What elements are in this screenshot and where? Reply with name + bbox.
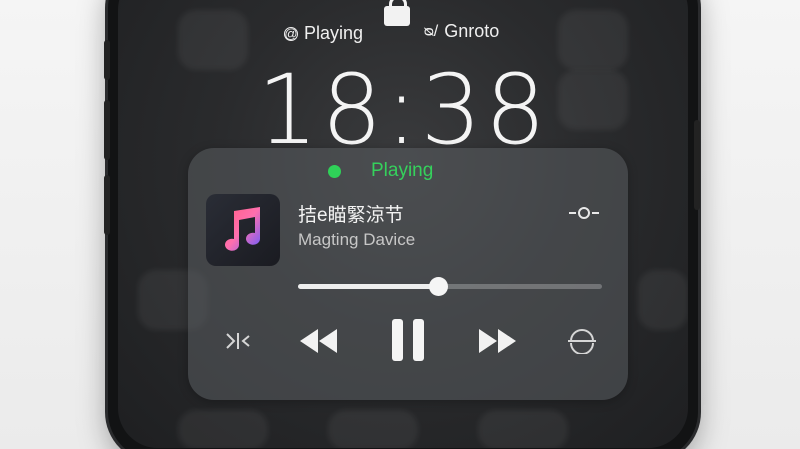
device-scene: @ Playing ᴓ/ Gnroto 18:38 拮e瞄緊涼节 Magting… [0, 0, 800, 449]
shuffle-button[interactable] [220, 326, 256, 356]
progress-fill [298, 284, 438, 289]
status-left-label: Playing [304, 23, 364, 43]
side-button-volume-up [104, 100, 110, 160]
shuffle-icon [226, 333, 250, 349]
status-right-label: Gnroto [444, 21, 500, 41]
background-app-blur [478, 410, 568, 448]
playing-status-label: Playing [371, 160, 434, 181]
status-right: ᴓ/ Gnroto [424, 21, 499, 42]
background-app-blur [178, 410, 268, 448]
side-button-power [694, 120, 700, 210]
pause-icon [392, 319, 424, 361]
pause-button[interactable] [386, 314, 430, 366]
now-playing-card[interactable]: 拮e瞄緊涼节 Magting Davice [188, 148, 628, 400]
repeat-button[interactable] [562, 324, 602, 358]
progress-scrubber[interactable] [428, 277, 448, 296]
lock-screen: @ Playing ᴓ/ Gnroto 18:38 拮e瞄緊涼节 Magting… [118, 0, 688, 448]
playback-device: Magting Davice [298, 230, 416, 249]
rewind-icon [300, 329, 337, 353]
progress-bar[interactable] [298, 277, 602, 296]
fast-forward-button[interactable] [476, 321, 520, 361]
status-bar: @ Playing ᴓ/ Gnroto [118, 21, 688, 47]
background-app-blur [638, 270, 688, 330]
status-left: @ Playing [284, 23, 363, 44]
side-button-volume-down [104, 175, 110, 235]
background-app-blur [328, 410, 418, 448]
playing-status-dot [328, 164, 341, 178]
rewind-button[interactable] [296, 321, 340, 361]
music-note-icon [225, 207, 260, 251]
side-button-mute [104, 40, 110, 80]
repeat-icon [568, 329, 596, 354]
airplay-icon[interactable] [568, 206, 600, 220]
signal-icon: ᴓ/ [424, 22, 439, 40]
lock-icon [384, 0, 410, 26]
fast-forward-icon [479, 329, 516, 353]
playing-indicator: Playing [328, 160, 433, 182]
album-art[interactable] [206, 194, 280, 266]
at-icon: @ [284, 26, 298, 41]
track-title: 拮e瞄緊涼节 [298, 205, 404, 226]
